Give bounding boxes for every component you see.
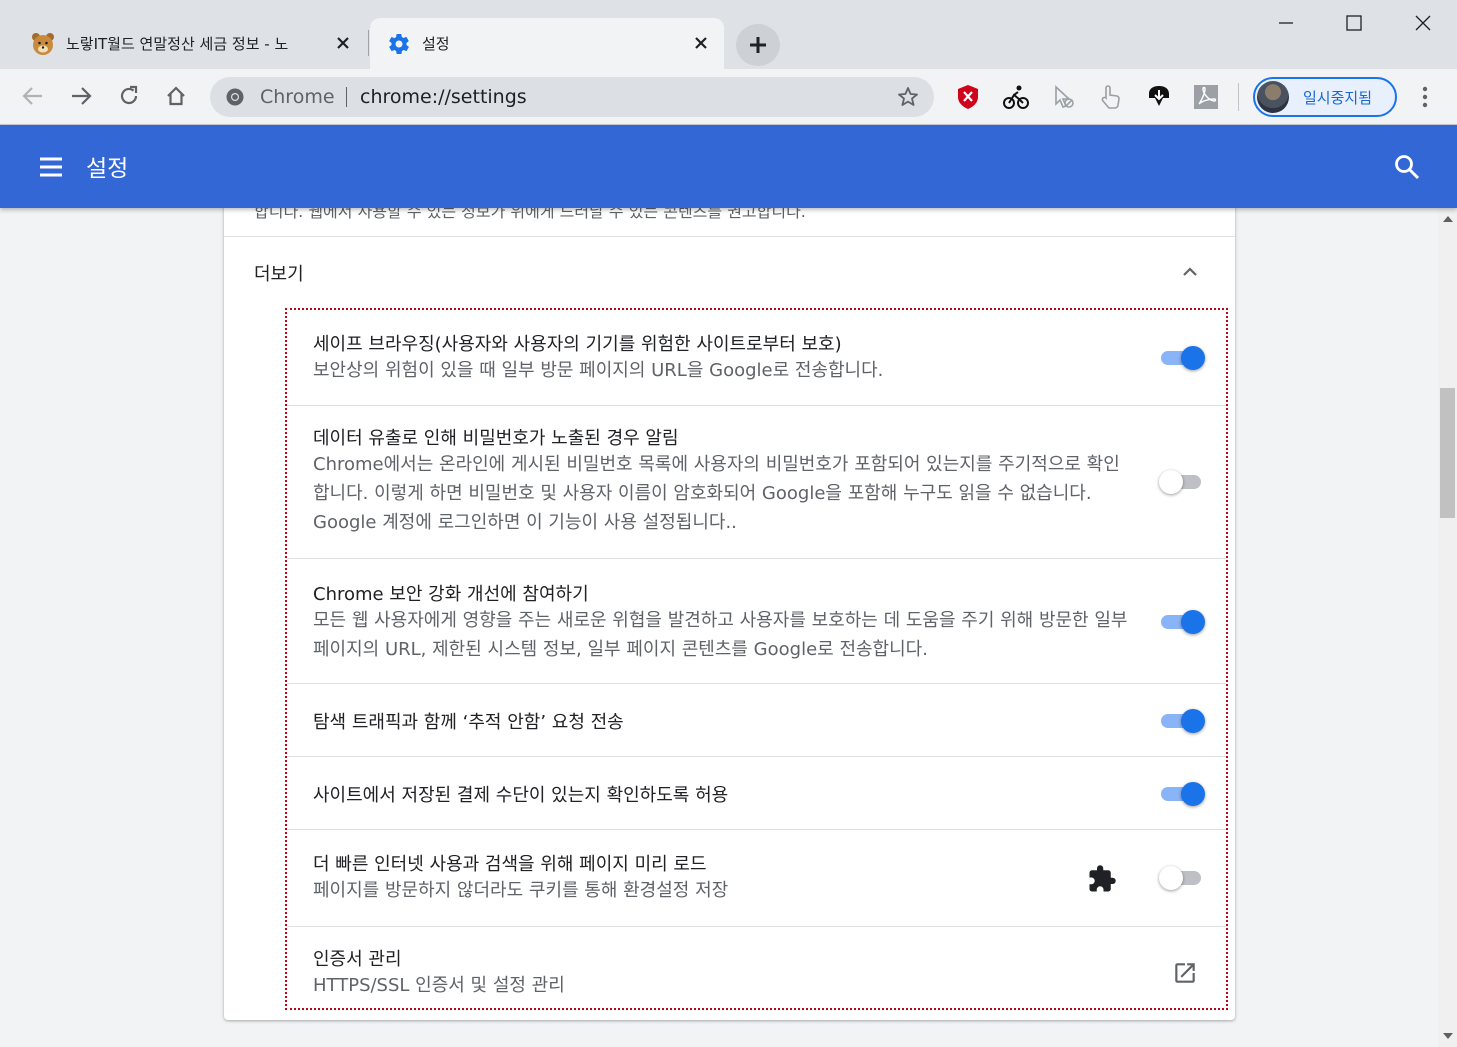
safe-browsing-toggle[interactable] — [1159, 345, 1207, 371]
tab-noryang-it-world[interactable]: 노랗IT월드 연말정산 세금 정보 - 노 — [14, 18, 366, 69]
scrollbar-thumb[interactable] — [1440, 388, 1455, 518]
profile-button[interactable]: 일시중지됨 — [1253, 77, 1397, 117]
reload-button[interactable] — [110, 77, 148, 115]
setting-label: 더 빠른 인터넷 사용과 검색을 위해 페이지 미리 로드 — [313, 854, 707, 875]
tab-title: 노랗IT월드 연말정산 세금 정보 - 노 — [66, 35, 289, 53]
setting-row-payment-methods: 사이트에서 저장된 결제 수단이 있는지 확인하도록 허용 — [287, 757, 1226, 830]
scroll-down-arrow-icon[interactable] — [1443, 1033, 1453, 1039]
highlighted-advanced-settings: 세이프 브라우징(사용자와 사용자의 기기를 위험한 사이트로부터 보호) 보안… — [285, 308, 1228, 1010]
extension-puzzle-icon[interactable] — [1087, 864, 1117, 894]
do-not-track-toggle[interactable] — [1159, 708, 1207, 734]
gear-icon — [386, 31, 412, 57]
address-bar[interactable]: Chrome chrome://settings — [210, 77, 934, 117]
arrow-right-icon — [72, 87, 92, 105]
setting-row-safe-browsing: 세이프 브라우징(사용자와 사용자의 기기를 위험한 사이트로부터 보호) 보안… — [287, 310, 1226, 406]
setting-label: 사이트에서 저장된 결제 수단이 있는지 확인하도록 허용 — [313, 785, 729, 806]
setting-label: 데이터 유출로 인해 비밀번호가 노출된 경우 알림 — [313, 428, 679, 449]
tab-settings[interactable]: 설정 — [370, 18, 724, 69]
tab-divider — [368, 30, 369, 56]
payment-methods-toggle[interactable] — [1159, 781, 1207, 807]
shield-extension-icon[interactable] — [954, 83, 982, 111]
minimize-button[interactable] — [1252, 0, 1320, 46]
settings-content: 합니다. 웹에서 사용할 수 있는 정보가 위에게 드러날 수 있는 콘텐츠를 … — [0, 208, 1438, 1047]
hand-pointer-extension-icon[interactable] — [1097, 83, 1125, 111]
setting-label: 탐색 트래픽과 함께 ‘추적 안함’ 요청 전송 — [313, 712, 624, 733]
cursor-blocked-extension-icon[interactable] — [1050, 83, 1078, 111]
scroll-up-arrow-icon[interactable] — [1443, 216, 1453, 222]
open-in-new-icon[interactable] — [1172, 960, 1198, 986]
bookmark-star-icon[interactable] — [896, 85, 920, 109]
chevron-up-icon[interactable] — [1178, 260, 1202, 284]
setting-description: Chrome에서는 온라인에 게시된 비밀번호 목록에 사용자의 비밀번호가 포… — [313, 454, 1120, 533]
close-icon — [1415, 15, 1431, 31]
chrome-chip-label: Chrome — [260, 86, 335, 108]
privacy-security-card: 합니다. 웹에서 사용할 수 있는 정보가 위에게 드러날 수 있는 콘텐츠를 … — [224, 208, 1235, 1020]
home-icon — [167, 86, 185, 106]
download-extension-icon[interactable] — [1145, 83, 1173, 111]
reload-icon — [120, 85, 138, 105]
settings-header: 설정 — [0, 125, 1457, 208]
home-button[interactable] — [157, 77, 195, 115]
setting-description: 보안상의 위험이 있을 때 일부 방문 페이지의 URL을 Google로 전송… — [313, 360, 884, 381]
setting-row-preload-pages: 더 빠른 인터넷 사용과 검색을 위해 페이지 미리 로드 페이지를 방문하지 … — [287, 830, 1226, 927]
setting-label: Chrome 보안 강화 개선에 참여하기 — [313, 584, 589, 605]
url-text[interactable]: chrome://settings — [360, 86, 527, 108]
security-improvement-toggle[interactable] — [1159, 609, 1207, 635]
preload-pages-toggle[interactable] — [1159, 865, 1207, 891]
back-button[interactable] — [14, 77, 52, 115]
setting-row-chrome-security-improvement: Chrome 보안 강화 개선에 참여하기 모든 웹 사용자에게 영향을 주는 … — [287, 559, 1226, 684]
profile-status-label: 일시중지됨 — [1303, 88, 1373, 107]
setting-description: 모든 웹 사용자에게 영향을 주는 새로운 위협을 발견하고 사용자를 보호하는… — [313, 610, 1128, 660]
password-leak-toggle[interactable] — [1159, 469, 1207, 495]
pdf-extension-icon[interactable] — [1192, 83, 1220, 111]
tab-strip: 노랗IT월드 연말정산 세금 정보 - 노 설정 — [0, 0, 1457, 69]
maximize-icon — [1346, 15, 1362, 31]
divider — [224, 236, 1235, 237]
new-tab-button[interactable] — [736, 24, 780, 66]
arrow-left-icon — [22, 87, 42, 105]
bear-favicon — [30, 31, 56, 57]
more-section-label[interactable]: 더보기 — [254, 260, 304, 286]
setting-description: 페이지를 방문하지 않더라도 쿠키를 통해 환경설정 저장 — [313, 880, 729, 901]
close-tab-icon[interactable] — [690, 32, 712, 54]
setting-description: HTTPS/SSL 인증서 및 설정 관리 — [313, 975, 565, 996]
close-window-button[interactable] — [1389, 0, 1457, 46]
page-scrollbar[interactable] — [1438, 208, 1457, 1047]
partially-hidden-text: 합니다. 웹에서 사용할 수 있는 정보가 위에게 드러날 수 있는 콘텐츠를 … — [254, 208, 806, 221]
close-tab-icon[interactable] — [332, 32, 354, 54]
setting-row-do-not-track: 탐색 트래픽과 함께 ‘추적 안함’ 요청 전송 — [287, 684, 1226, 757]
search-icon[interactable] — [1392, 152, 1422, 182]
toolbar-divider — [1238, 83, 1239, 111]
setting-label: 인증서 관리 — [313, 949, 402, 970]
avatar — [1257, 81, 1289, 113]
cyclist-extension-icon[interactable] — [1002, 83, 1030, 111]
setting-label: 세이프 브라우징(사용자와 사용자의 기기를 위험한 사이트로부터 보호) — [313, 334, 842, 355]
chrome-menu-button[interactable] — [1412, 83, 1438, 111]
maximize-button[interactable] — [1320, 0, 1388, 46]
chrome-icon — [226, 88, 244, 106]
tab-title: 설정 — [422, 35, 450, 53]
minimize-icon — [1279, 22, 1293, 24]
more-vert-icon — [1422, 86, 1428, 108]
setting-row-manage-certificates[interactable]: 인증서 관리 HTTPS/SSL 인증서 및 설정 관리 — [287, 927, 1226, 1008]
forward-button[interactable] — [62, 77, 100, 115]
plus-icon — [750, 37, 766, 53]
page-title: 설정 — [86, 156, 129, 182]
setting-row-password-leak-alert: 데이터 유출로 인해 비밀번호가 노출된 경우 알림 Chrome에서는 온라인… — [287, 406, 1226, 559]
hamburger-menu-icon[interactable] — [36, 152, 66, 182]
omnibox-divider — [346, 87, 347, 107]
browser-toolbar: Chrome chrome://settings 일시중지됨 — [0, 69, 1457, 125]
